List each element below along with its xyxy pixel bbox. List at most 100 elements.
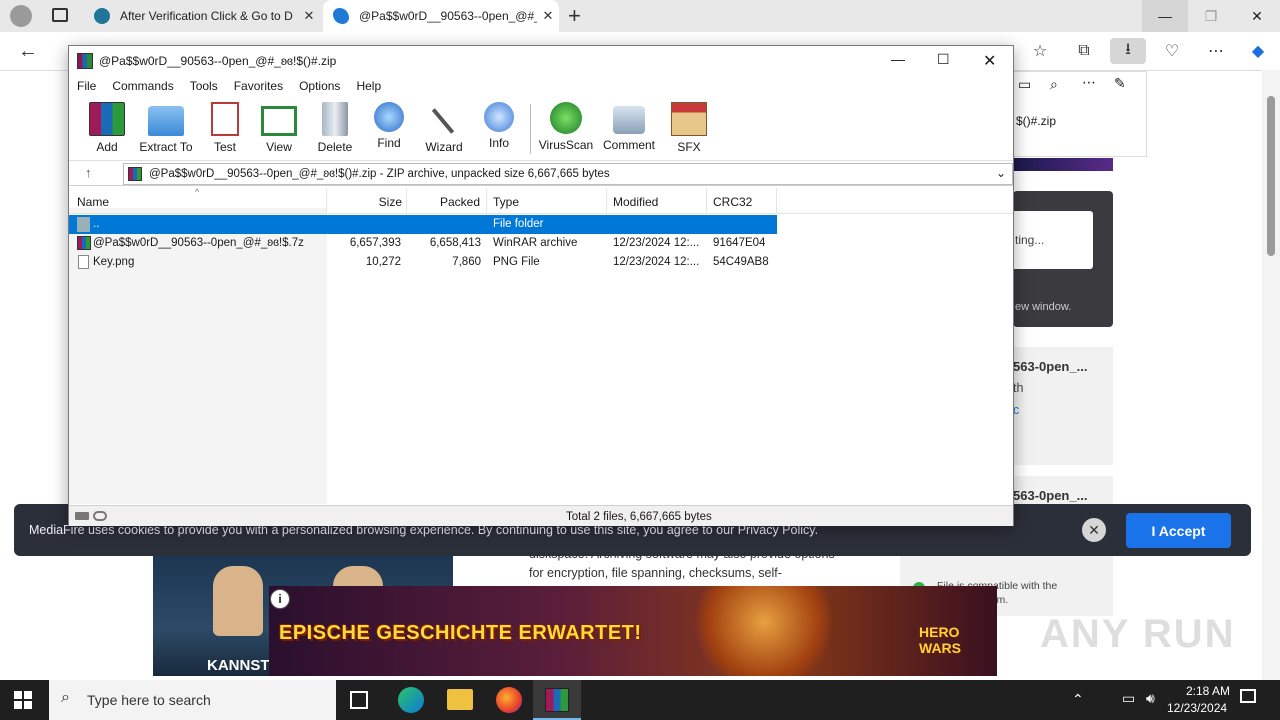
download-filename: $()#.zip <box>1016 114 1057 128</box>
table-row[interactable]: Key.png 10,272 7,860 PNG File 12/23/2024… <box>69 253 777 272</box>
column-crc32[interactable]: CRC32 <box>707 188 777 214</box>
sfx-button[interactable]: SFX <box>659 102 719 156</box>
copilot-icon[interactable]: ◆ <box>1244 38 1272 64</box>
table-row[interactable]: .. File folder <box>69 215 777 234</box>
winrar-icon <box>545 688 569 712</box>
column-size[interactable]: Size <box>327 188 407 214</box>
info-button[interactable]: Info <box>469 102 529 156</box>
taskbar-search[interactable]: ⌕ Type here to search <box>49 680 336 720</box>
column-packed[interactable]: Packed <box>407 188 487 214</box>
cell-type: PNG File <box>493 256 540 268</box>
delete-button[interactable]: Delete <box>305 102 365 156</box>
back-arrow-icon[interactable]: ← <box>14 38 42 64</box>
card-inner: ting... <box>1013 211 1093 269</box>
browser-tab-strip: After Verification Click & Go to D ✕ @Pa… <box>0 0 1280 32</box>
downloads-icon[interactable]: ⭳ <box>1110 38 1146 64</box>
close-tab-icon[interactable]: ✕ <box>298 8 320 24</box>
table-row[interactable]: @Pa$$w0rD__90563--0pen_@#_ʚɞ!$.7z 6,657,… <box>69 234 777 253</box>
winrar-maximize-icon[interactable]: ☐ <box>937 51 950 68</box>
volume-icon[interactable]: 🔊︎ <box>1146 690 1155 707</box>
menu-file[interactable]: File <box>69 76 104 98</box>
banner-ad[interactable]: EPISCHE GESCHICHTE ERWARTET! HERO WARS <box>269 586 997 676</box>
task-view-icon[interactable] <box>350 691 368 709</box>
notification-icon[interactable] <box>1240 689 1256 703</box>
cell-crc32: 54C49AB8 <box>713 256 769 268</box>
add-button[interactable]: Add <box>77 102 137 156</box>
winrar-close-icon[interactable]: ✕ <box>983 51 996 71</box>
cell-name: .. <box>93 218 100 230</box>
new-tab-button[interactable]: + <box>568 3 581 29</box>
path-text: @Pa$$w0rD__90563--0pen_@#_ʚɞ!$()#.zip - … <box>149 168 610 180</box>
ad-headline: EPISCHE GESCHICHTE ERWARTET! <box>279 622 642 644</box>
tab-actions-icon[interactable] <box>52 8 68 22</box>
find-button[interactable]: Find <box>359 102 419 156</box>
cell-type: File folder <box>493 218 544 230</box>
menu-options[interactable]: Options <box>291 76 348 98</box>
menu-help[interactable]: Help <box>348 76 389 98</box>
page-scrollbar[interactable] <box>1262 70 1280 680</box>
tab-verification[interactable]: After Verification Click & Go to D ✕ <box>84 0 320 32</box>
clipboard-icon <box>211 102 239 136</box>
tray-chevron-icon[interactable]: ⌃ <box>1072 691 1084 708</box>
file-explorer-icon[interactable] <box>447 689 473 710</box>
column-type[interactable]: Type <box>487 188 607 214</box>
tool-label: Find <box>377 136 401 150</box>
virus-scan-icon <box>550 102 582 134</box>
winrar-minimize-icon[interactable]: — <box>891 51 905 67</box>
ad-brand-logo: HERO WARS <box>919 624 961 656</box>
path-dropdown-icon[interactable]: ⌄ <box>996 166 1006 180</box>
winrar-titlebar[interactable]: @Pa$$w0rD__90563--0pen_@#_ʚɞ!$()#.zip — … <box>69 46 1013 76</box>
firefox-icon[interactable] <box>496 687 522 713</box>
menu-commands[interactable]: Commands <box>104 76 181 98</box>
close-tab-icon[interactable]: ✕ <box>537 8 559 24</box>
cookie-close-icon[interactable]: ✕ <box>1082 518 1106 542</box>
pin-icon[interactable]: ✎ <box>1114 75 1126 92</box>
book-icon <box>261 106 297 136</box>
trash-icon <box>322 102 348 136</box>
collections-icon[interactable]: ⧉ <box>1070 38 1098 64</box>
comment-icon <box>613 106 645 134</box>
close-window-icon[interactable]: ✕ <box>1234 0 1280 32</box>
up-folder-icon[interactable]: ↑ <box>85 165 92 180</box>
wizard-button[interactable]: Wizard <box>414 102 474 156</box>
clock-date[interactable]: 12/23/2024 <box>1167 701 1227 715</box>
tool-label: Delete <box>317 140 353 154</box>
cell-packed: 6,658,413 <box>429 237 481 249</box>
tool-label: VirusScan <box>538 138 594 152</box>
more-icon[interactable]: ⋯ <box>1082 74 1096 91</box>
search-icon[interactable]: ⌕ <box>1050 76 1058 93</box>
edge-icon[interactable] <box>398 687 424 713</box>
restore-icon[interactable]: ❐ <box>1188 0 1234 32</box>
extract-to-button[interactable]: Extract To <box>135 102 197 156</box>
network-icon[interactable]: ▭ <box>1122 690 1135 707</box>
ad-info-icon[interactable]: i <box>270 589 290 609</box>
winrar-toolbar: Add Extract To Test View Delete Find Wiz… <box>69 98 1013 158</box>
cookie-accept-button[interactable]: I Accept <box>1126 513 1231 548</box>
minimize-icon[interactable]: — <box>1142 0 1188 32</box>
status-text: Total 2 files, 6,667,665 bytes <box>566 511 712 523</box>
file-list-header: Name ^ Size Packed Type Modified CRC32 <box>69 187 1013 214</box>
tab-mediafire[interactable]: @Pa$$w0rD__90563--0pen_@#_ʚɞ!$()# ✕ <box>323 0 559 32</box>
path-field[interactable]: @Pa$$w0rD__90563--0pen_@#_ʚɞ!$()#.zip - … <box>123 163 1013 185</box>
more-menu-icon[interactable]: ⋯ <box>1202 38 1230 64</box>
virusscan-button[interactable]: VirusScan <box>536 102 596 156</box>
browser-essentials-icon[interactable]: ♡ <box>1158 38 1186 64</box>
body-text-line: for encryption, file spanning, checksums… <box>529 566 782 580</box>
winrar-taskbar-icon[interactable] <box>533 680 581 720</box>
test-button[interactable]: Test <box>195 102 255 156</box>
profile-avatar[interactable] <box>10 5 32 27</box>
cell-size: 6,657,393 <box>349 237 401 249</box>
menu-favorites[interactable]: Favorites <box>226 76 291 98</box>
favorites-icon[interactable]: ☆ <box>1026 38 1054 64</box>
start-button[interactable] <box>14 691 32 709</box>
tool-label: Wizard <box>425 140 463 154</box>
search-placeholder: Type here to search <box>87 692 211 708</box>
folder-icon[interactable]: ▭ <box>1018 76 1031 93</box>
clock-time[interactable]: 2:18 AM <box>1186 684 1230 698</box>
cell-name: @Pa$$w0rD__90563--0pen_@#_ʚɞ!$.7z <box>93 237 304 249</box>
comment-button[interactable]: Comment <box>599 102 659 156</box>
column-modified[interactable]: Modified <box>607 188 707 214</box>
menu-tools[interactable]: Tools <box>182 76 226 98</box>
view-button[interactable]: View <box>249 102 309 156</box>
scrollbar-thumb[interactable] <box>1267 96 1275 256</box>
